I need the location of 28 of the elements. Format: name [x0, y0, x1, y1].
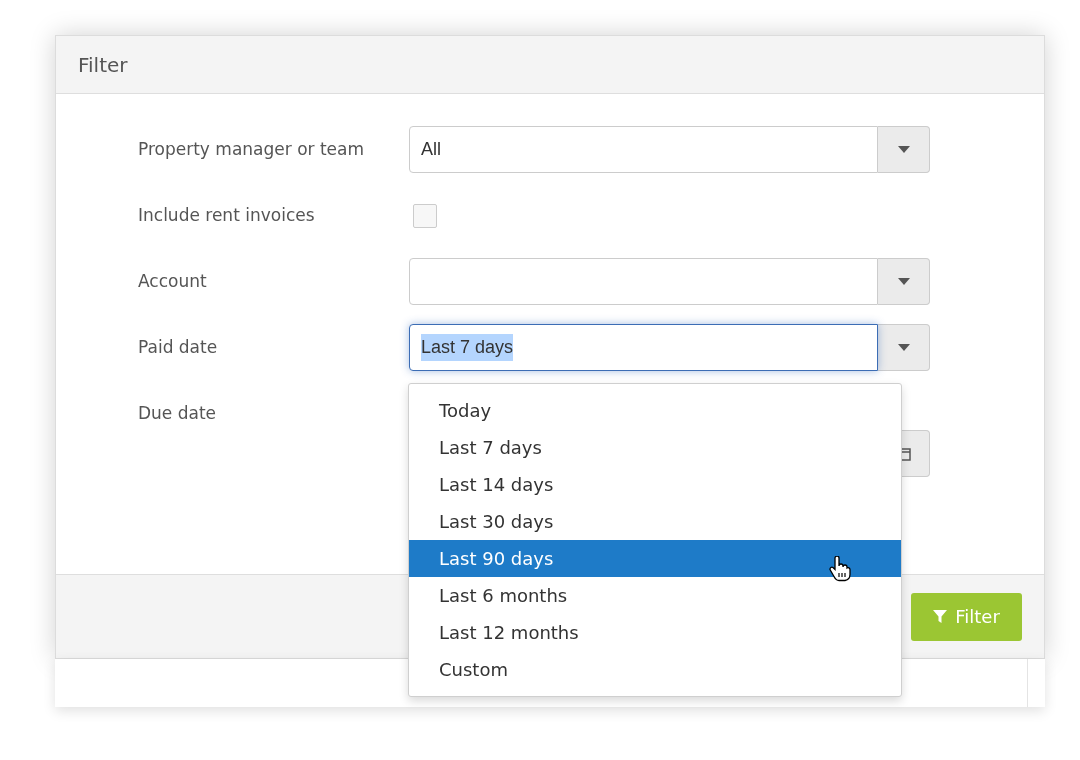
select-value: Last 7 days [421, 334, 514, 361]
dropdown-option[interactable]: Last 90 days [409, 540, 901, 577]
dropdown-option[interactable]: Last 30 days [409, 503, 901, 540]
select-value: All [421, 138, 441, 161]
filter-icon [933, 609, 948, 624]
dropdown-button[interactable] [878, 258, 930, 305]
select-field[interactable]: All [409, 126, 878, 173]
dropdown-button[interactable] [878, 126, 930, 173]
caret-icon [897, 344, 910, 351]
select-field[interactable]: Last 7 days [409, 324, 878, 371]
checkbox[interactable] [413, 203, 437, 228]
field-label: Account [138, 270, 208, 293]
field-label: Due date [138, 402, 218, 425]
select-field[interactable] [409, 258, 878, 305]
field-label: Include rent invoices [138, 204, 316, 227]
dropdown-option[interactable]: Last 6 months [409, 577, 901, 614]
dropdown-option[interactable]: Last 7 days [409, 429, 901, 466]
pointer-hand-icon [829, 556, 851, 582]
dropdown-option[interactable]: Last 14 days [409, 466, 901, 503]
dropdown-option[interactable]: Today [409, 392, 901, 429]
caret-icon [897, 146, 910, 153]
caret-icon [897, 278, 910, 285]
dropdown-option[interactable]: Custom [409, 651, 901, 688]
dropdown-option[interactable]: Last 12 months [409, 614, 901, 651]
field-label: Paid date [138, 336, 219, 359]
dropdown-button[interactable] [878, 324, 930, 371]
dialog-title: Filter [78, 51, 128, 79]
field-label: Property manager or team [138, 138, 366, 161]
